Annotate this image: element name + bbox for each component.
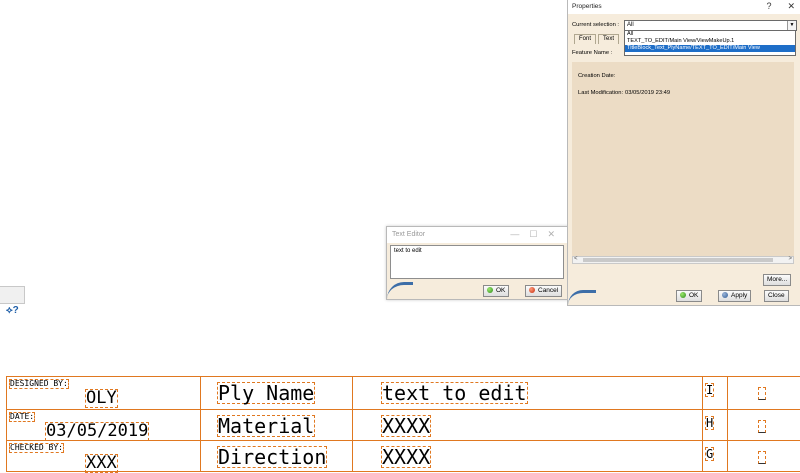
- checked-by-cell[interactable]: CHECKED BY: XXX: [7, 441, 201, 472]
- properties-titlebar[interactable]: Properties ? ✕: [568, 0, 800, 14]
- checked-by-label: CHECKED BY:: [9, 443, 64, 453]
- field-value-cell[interactable]: XXXX: [353, 441, 703, 472]
- ply-name-label: Ply Name: [217, 382, 315, 404]
- more-button[interactable]: More...: [763, 274, 791, 286]
- text-editor-titlebar[interactable]: Text Editor —☐✕: [387, 227, 569, 243]
- material-value: XXXX: [381, 415, 431, 437]
- selection-dropdown-list[interactable]: All TEXT_TO_EDIT/Main View/ViewMakeUp.1 …: [624, 30, 796, 56]
- revision-mark: [758, 387, 766, 400]
- last-modification-label: Last Modification:: [578, 90, 623, 96]
- date-cell[interactable]: DATE: 03/05/2019: [7, 410, 201, 441]
- text-editor-dialog: Text Editor —☐✕ text to edit OK Cancel: [386, 226, 570, 300]
- material-label: Material: [217, 415, 315, 437]
- creation-date-label: Creation Date:: [578, 73, 615, 79]
- direction-value: XXXX: [381, 446, 431, 468]
- revision-mark: [758, 451, 766, 464]
- cancel-label: Cancel: [538, 287, 558, 294]
- revision-mark-cell: [728, 441, 800, 472]
- close-button[interactable]: Close: [764, 290, 789, 302]
- current-selection-label: Current selection :: [572, 22, 619, 28]
- designed-by-cell[interactable]: DESIGNED BY: OLY: [7, 377, 201, 410]
- field-value-cell[interactable]: text to edit: [353, 377, 703, 410]
- dropdown-option[interactable]: TEXT_TO_EDIT/Main View/ViewMakeUp.1: [625, 38, 795, 45]
- whats-this-help-icon[interactable]: ⟡?: [6, 305, 19, 316]
- direction-label: Direction: [217, 446, 327, 468]
- maximize-icon[interactable]: ☐: [529, 229, 547, 239]
- help-icon[interactable]: ?: [766, 1, 771, 11]
- apply-icon: [722, 292, 728, 298]
- mini-toolbar: ⟡?: [0, 286, 26, 320]
- revision-mark-cell: [728, 410, 800, 441]
- date-label: DATE:: [9, 412, 35, 422]
- apply-button[interactable]: Apply: [718, 290, 751, 302]
- field-value-cell[interactable]: XXXX: [353, 410, 703, 441]
- revision-letter: G: [705, 447, 714, 461]
- revision-letter: I: [705, 383, 714, 397]
- text-editor-cancel-button[interactable]: Cancel: [525, 285, 562, 297]
- revision-mark: [758, 420, 766, 433]
- field-name-cell[interactable]: Direction: [201, 441, 353, 472]
- properties-ok-button[interactable]: OK: [676, 290, 702, 302]
- tab-font[interactable]: Font: [574, 34, 596, 44]
- close-icon[interactable]: ✕: [547, 229, 565, 239]
- last-modification-value: 03/05/2019 23:49: [625, 90, 670, 96]
- revision-letter-cell: I: [703, 377, 728, 410]
- dropdown-option-selected[interactable]: TitleBlock_Text_PlyName/TEXT_TO_EDIT/Mai…: [625, 45, 795, 52]
- designed-by-label: DESIGNED BY:: [9, 379, 69, 389]
- minimize-icon[interactable]: —: [510, 229, 529, 239]
- scroll-left-icon[interactable]: <: [574, 256, 578, 262]
- horizontal-scrollbar[interactable]: < >: [572, 256, 794, 264]
- scroll-right-icon[interactable]: >: [788, 256, 792, 262]
- close-icon[interactable]: ✕: [787, 1, 795, 11]
- tab-text[interactable]: Text: [598, 34, 619, 44]
- current-selection-value: All: [627, 22, 634, 28]
- drawing-title-block: DESIGNED BY: OLY Ply Name text to edit I…: [6, 376, 800, 472]
- revision-letter: H: [705, 416, 714, 430]
- dropdown-option[interactable]: All: [625, 31, 795, 38]
- catia-swoosh-logo: [387, 282, 413, 299]
- revision-letter-cell: H: [703, 410, 728, 441]
- date-value: 03/05/2019: [45, 422, 149, 441]
- toolbar-strip: [0, 286, 25, 304]
- ok-label: OK: [496, 287, 505, 294]
- properties-title: Properties: [572, 3, 602, 10]
- revision-mark-cell: [728, 377, 800, 410]
- ply-name-value: text to edit: [381, 382, 528, 404]
- text-editor-textarea[interactable]: text to edit: [390, 245, 564, 279]
- ok-icon: [680, 292, 686, 298]
- properties-dialog: Properties ?✕ Current selection : All ▼ …: [567, 0, 800, 306]
- designed-by-value: OLY: [85, 389, 118, 408]
- text-editor-ok-button[interactable]: OK: [483, 285, 509, 297]
- revision-letter-cell: G: [703, 441, 728, 472]
- chevron-down-icon[interactable]: ▼: [787, 21, 796, 30]
- field-name-cell[interactable]: Material: [201, 410, 353, 441]
- feature-name-label: Feature Name :: [572, 50, 612, 56]
- ok-icon: [487, 287, 493, 293]
- text-editor-title: Text Editor: [392, 231, 425, 238]
- checked-by-value: XXX: [85, 454, 118, 473]
- cancel-icon: [529, 287, 535, 293]
- field-name-cell[interactable]: Ply Name: [201, 377, 353, 410]
- scrollbar-thumb[interactable]: [583, 258, 773, 262]
- catia-swoosh-logo: [568, 290, 596, 305]
